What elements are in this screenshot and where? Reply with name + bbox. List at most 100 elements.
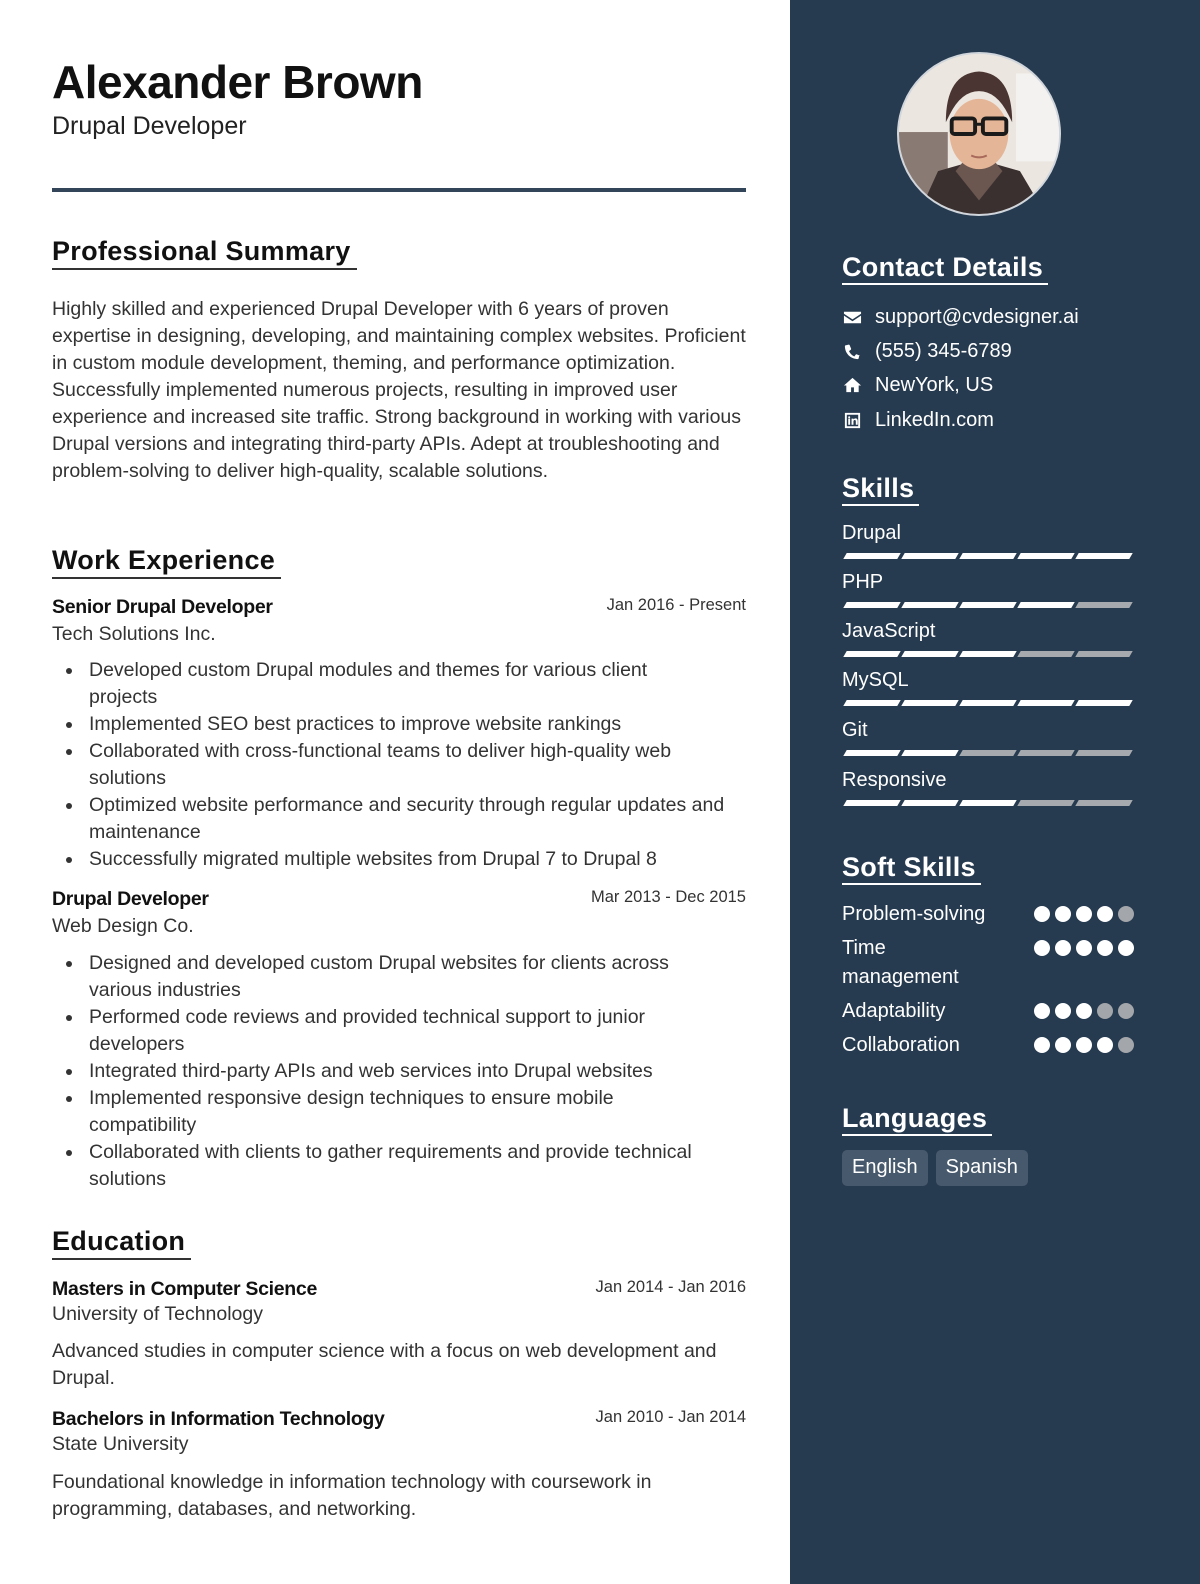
skill-segment-empty [1017, 750, 1075, 756]
skill-level-bar [842, 700, 1134, 706]
languages-list: English Spanish [842, 1150, 1028, 1186]
skill-segment-filled [959, 602, 1017, 608]
list-item: Collaborated with cross-functional teams… [52, 738, 732, 792]
skill-segment-filled [843, 553, 901, 559]
list-item: Developed custom Drupal modules and them… [52, 657, 692, 711]
skill-segment-filled [901, 651, 959, 657]
rating-dot-filled [1055, 1037, 1071, 1053]
sidebar: Contact Details support@cvdesigner.ai (5… [790, 0, 1200, 1584]
job-2-bullets: Designed and developed custom Drupal web… [52, 950, 746, 1193]
list-item: Collaborated with clients to gather requ… [52, 1139, 746, 1193]
soft-skill-label: Collaboration [842, 1034, 960, 1056]
skill-item: Drupal [842, 522, 1134, 559]
skill-segment-filled [1017, 700, 1075, 706]
skill-level-bar [842, 602, 1134, 608]
rating-dot-filled [1034, 906, 1050, 922]
skill-label: PHP [842, 571, 884, 593]
soft-skill-rating [1034, 1003, 1134, 1019]
language-chip: Spanish [935, 1150, 1028, 1186]
job-dates: Mar 2013 - Dec 2015 [590, 888, 746, 906]
skill-segment-empty [1075, 651, 1133, 657]
skill-segment-filled [901, 553, 959, 559]
skill-segment-filled [1017, 553, 1075, 559]
skill-segment-filled [1075, 700, 1133, 706]
candidate-name: Alexander Brown [52, 56, 423, 108]
education-description: Foundational knowledge in information te… [52, 1471, 652, 1520]
rating-dot-empty [1118, 906, 1134, 922]
rating-dot-filled [1034, 940, 1050, 956]
job-company: Web Design Co. [52, 915, 194, 937]
skill-segment-filled [843, 602, 901, 608]
skill-segment-filled [959, 700, 1017, 706]
soft-skill-rating [1034, 1037, 1134, 1053]
soft-skill-rating [1034, 940, 1134, 956]
skill-segment-filled [959, 800, 1017, 806]
rating-dot-filled [1097, 906, 1113, 922]
soft-skill-label: Adaptability [842, 1000, 946, 1022]
summary-heading: Professional Summary [52, 236, 357, 270]
profile-photo [897, 52, 1061, 216]
rating-dot-filled [1076, 906, 1092, 922]
education-dates: Jan 2014 - Jan 2016 [595, 1278, 746, 1296]
bullet-icon [66, 961, 72, 967]
list-item: Successfully migrated multiple websites … [52, 846, 746, 873]
skill-label: Drupal [842, 522, 901, 544]
header-divider [52, 188, 746, 192]
skill-segment-empty [959, 750, 1017, 756]
linkedin-icon [842, 411, 862, 431]
skill-item: MySQL [842, 669, 1134, 706]
rating-dot-empty [1118, 1003, 1134, 1019]
list-item: Implemented responsive design techniques… [52, 1085, 692, 1139]
school: University of Technology [52, 1303, 263, 1325]
rating-dot-filled [1118, 940, 1134, 956]
skills-heading: Skills [842, 473, 920, 506]
skill-item: Git [842, 719, 1134, 756]
list-item: Optimized website performance and securi… [52, 792, 746, 846]
soft-skill-item: Collaboration [842, 1031, 1134, 1060]
soft-skill-item: Adaptability [842, 997, 1134, 1026]
phone-icon [842, 342, 862, 362]
skill-segment-filled [843, 750, 901, 756]
soft-skill-rating [1034, 906, 1134, 922]
skill-segment-empty [1075, 800, 1133, 806]
rating-dot-filled [1076, 1003, 1092, 1019]
skill-segment-filled [901, 602, 959, 608]
job-dates: Jan 2016 - Present [606, 596, 746, 614]
bullet-icon [66, 1096, 72, 1102]
contact-phone[interactable]: (555) 345-6789 [842, 340, 1012, 363]
contact-linkedin[interactable]: LinkedIn.com [842, 409, 994, 432]
skill-level-bar [842, 553, 1134, 559]
education-entry-2: Bachelors in Information Technology Jan … [52, 1408, 746, 1456]
skill-item: JavaScript [842, 620, 1134, 657]
skill-segment-filled [901, 800, 959, 806]
skill-segment-filled [959, 651, 1017, 657]
skill-segment-filled [959, 553, 1017, 559]
skill-segment-empty [1075, 750, 1133, 756]
skill-level-bar [842, 800, 1134, 806]
bullet-icon [66, 722, 72, 728]
skill-level-bar [842, 750, 1134, 756]
skill-segment-filled [843, 700, 901, 706]
rating-dot-empty [1097, 1003, 1113, 1019]
skill-label: JavaScript [842, 620, 936, 642]
contact-heading: Contact Details [842, 252, 1049, 285]
rating-dot-filled [1055, 906, 1071, 922]
job-1-bullets: Developed custom Drupal modules and them… [52, 657, 746, 873]
rating-dot-filled [1055, 940, 1071, 956]
soft-skill-item: Time management [842, 934, 1134, 992]
rating-dot-empty [1118, 1037, 1134, 1053]
list-item: Integrated third-party APIs and web serv… [52, 1058, 746, 1085]
list-item: Performed code reviews and provided tech… [52, 1004, 712, 1058]
contact-email[interactable]: support@cvdesigner.ai [842, 306, 1079, 329]
job-entry-1: Senior Drupal Developer Jan 2016 - Prese… [52, 596, 746, 646]
rating-dot-filled [1055, 1003, 1071, 1019]
skill-segment-filled [1075, 553, 1133, 559]
soft-skills-heading: Soft Skills [842, 852, 981, 885]
bullet-icon [66, 1150, 72, 1156]
rating-dot-filled [1097, 1037, 1113, 1053]
list-item: Implemented SEO best practices to improv… [52, 711, 746, 738]
education-entry-1: Masters in Computer Science Jan 2014 - J… [52, 1278, 746, 1326]
language-chip: English [842, 1150, 928, 1186]
envelope-icon [842, 308, 862, 328]
skill-segment-filled [1017, 602, 1075, 608]
